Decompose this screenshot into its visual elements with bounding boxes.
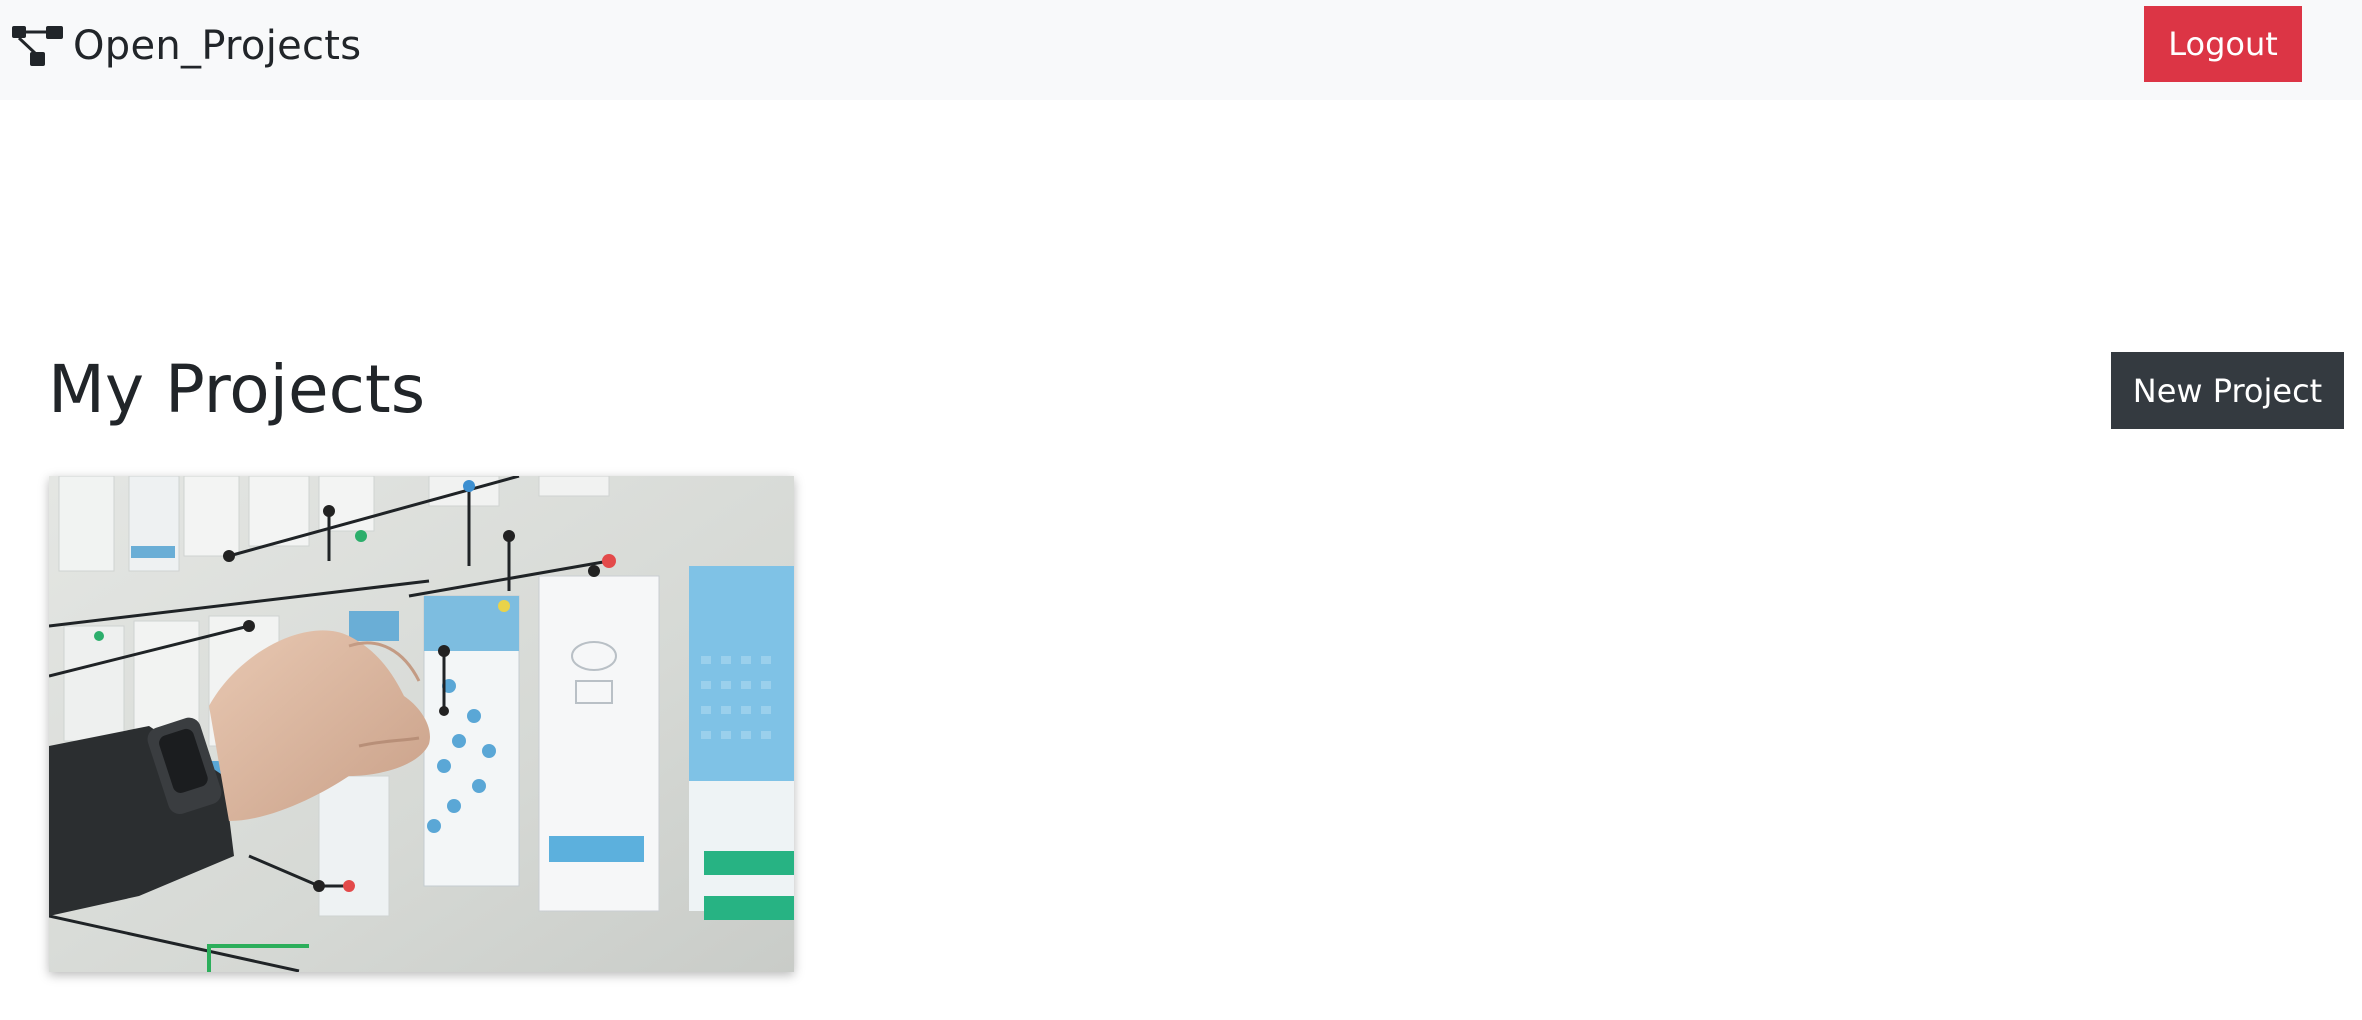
project-thumbnail <box>49 476 794 972</box>
top-navbar: Open_Projects Logout <box>0 0 2362 100</box>
brand-link[interactable]: Open_Projects <box>12 18 361 74</box>
project-card[interactable] <box>49 476 794 972</box>
sitemap-icon <box>12 26 63 66</box>
logout-button[interactable]: Logout <box>2144 6 2302 82</box>
new-project-button[interactable]: New Project <box>2111 352 2344 429</box>
page-title: My Projects <box>48 351 426 428</box>
brand-name: Open_Projects <box>73 23 362 69</box>
